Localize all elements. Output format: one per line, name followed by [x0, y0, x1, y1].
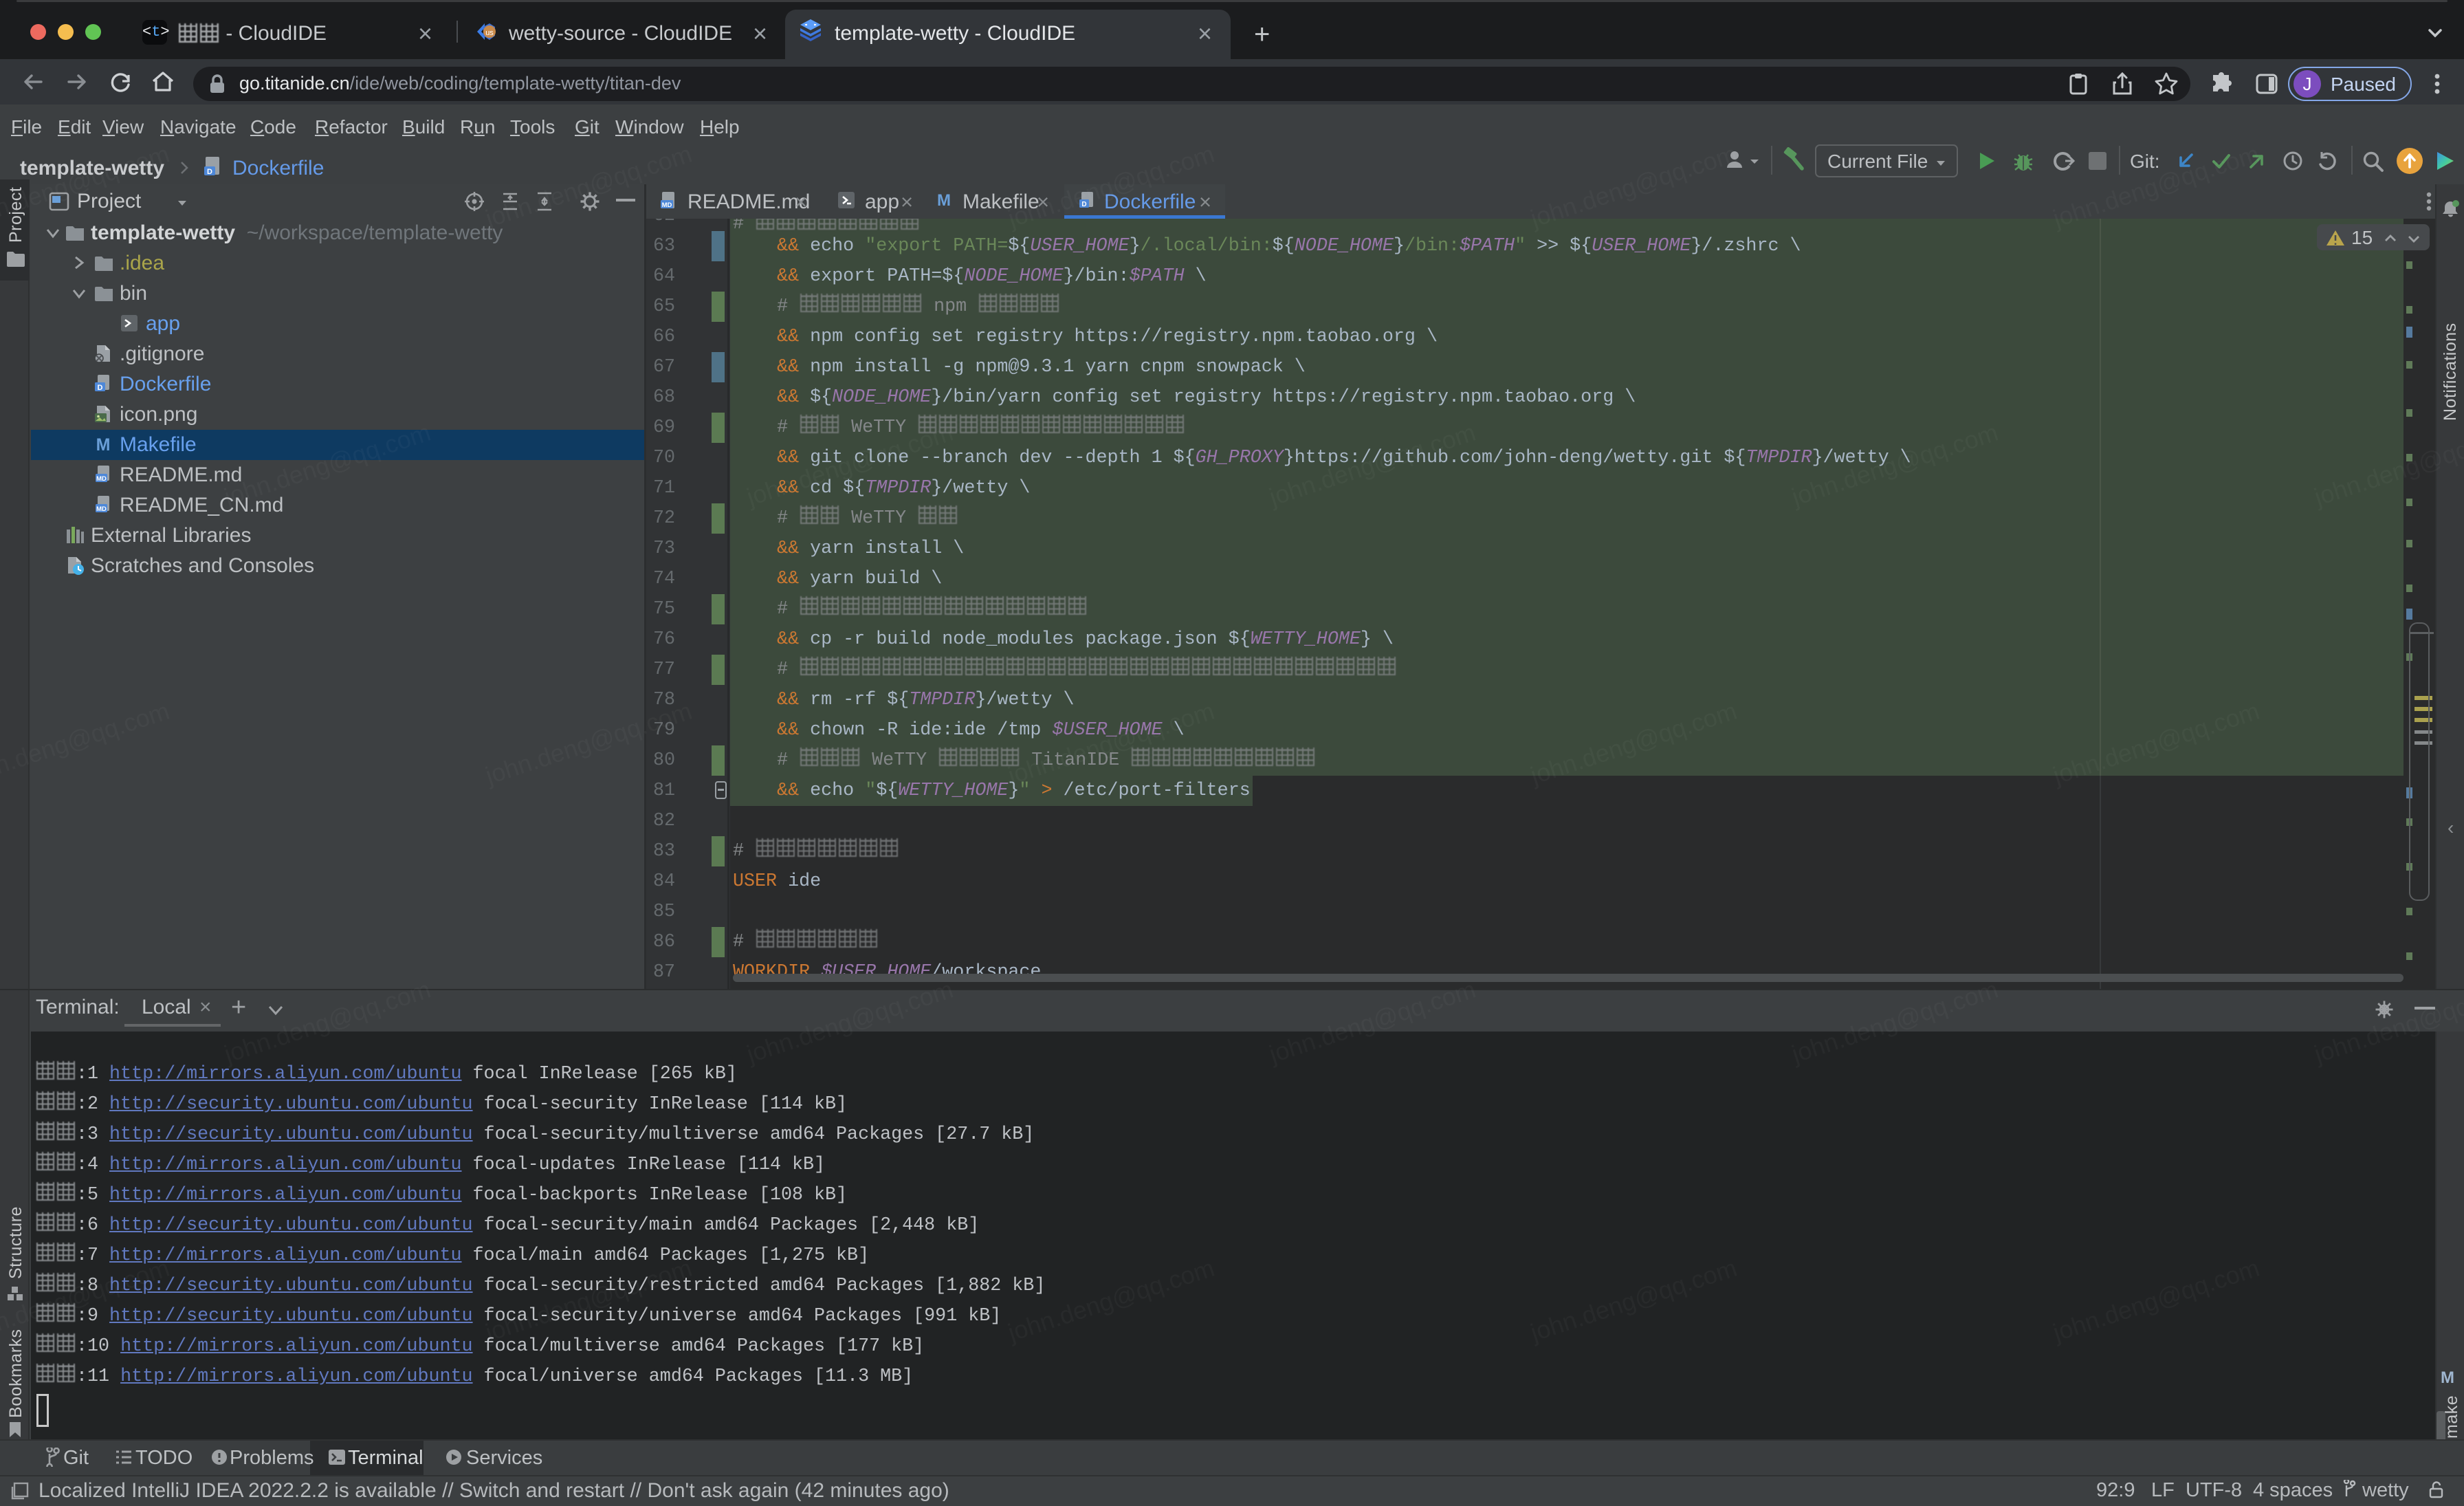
svg-text:D: D: [98, 384, 103, 392]
svg-text:M: M: [937, 191, 951, 209]
svg-text:MD: MD: [662, 201, 672, 209]
svg-text:M: M: [96, 435, 111, 454]
svg-text:D: D: [207, 168, 212, 176]
svg-text:MD: MD: [96, 475, 107, 483]
svg-text:us: us: [485, 29, 494, 37]
svg-text:MD: MD: [96, 505, 107, 513]
svg-text:D: D: [1081, 201, 1086, 208]
